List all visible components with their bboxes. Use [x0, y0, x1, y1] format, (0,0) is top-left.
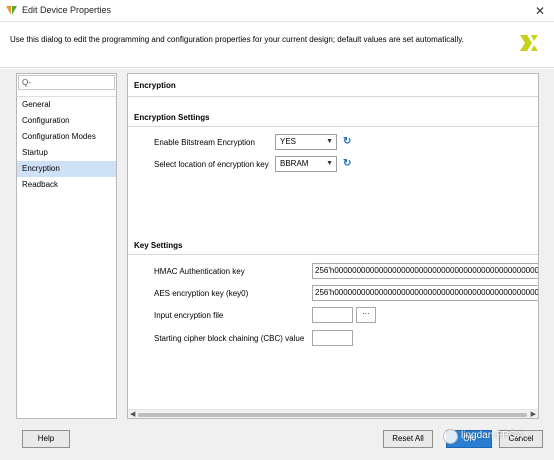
nav-list: General Configuration Configuration Mode… [17, 96, 116, 193]
enable-encryption-select[interactable]: YES ▼ [275, 134, 337, 150]
nav-item-configuration[interactable]: Configuration [17, 113, 116, 129]
watermark-logo-icon [443, 429, 458, 444]
chevron-down-icon: ▼ [326, 160, 333, 167]
close-icon[interactable]: ✕ [532, 3, 548, 19]
search-icon: Q- [22, 78, 31, 87]
dialog-description: Use this dialog to edit the programming … [10, 35, 464, 44]
cbc-value-label: Starting cipher block chaining (CBC) val… [154, 334, 305, 343]
refresh-icon[interactable]: ↻ [343, 136, 351, 147]
nav-item-configuration-modes[interactable]: Configuration Modes [17, 129, 116, 145]
key-location-value: BBRAM [280, 159, 309, 168]
hmac-key-field[interactable]: 256'h00000000000000000000000000000000000… [312, 263, 538, 279]
key-settings-heading: Key Settings [134, 241, 183, 250]
watermark: lingdan FPGA [443, 428, 548, 446]
aes-key-label: AES encryption key (key0) [154, 289, 249, 298]
enable-encryption-value: YES [280, 137, 297, 146]
divider [128, 96, 538, 97]
nav-item-general[interactable]: General [17, 97, 116, 113]
encryption-settings-heading: Encryption Settings [134, 113, 210, 122]
vivado-app-icon [6, 6, 17, 15]
divider [128, 126, 538, 127]
window-title: Edit Device Properties [22, 5, 112, 15]
xilinx-logo [520, 35, 538, 51]
hmac-key-label: HMAC Authentication key [154, 267, 245, 276]
nav-search-input[interactable]: Q- [18, 75, 115, 90]
scroll-left-icon[interactable]: ◀ [130, 410, 135, 418]
title-bar: Edit Device Properties ✕ [0, 0, 554, 22]
key-location-select[interactable]: BBRAM ▼ [275, 156, 337, 172]
encryption-settings-panel: Encryption Encryption Settings Enable Bi… [127, 73, 539, 419]
cbc-value-field[interactable] [312, 330, 353, 346]
chevron-down-icon: ▼ [326, 138, 333, 145]
reset-all-button[interactable]: Reset All [383, 430, 433, 448]
aes-key-field[interactable]: 256'h00000000000000000000000000000000000… [312, 285, 538, 301]
scrollbar-thumb[interactable] [138, 413, 527, 417]
enable-encryption-label: Enable Bitstream Encryption [154, 138, 255, 147]
key-location-label: Select location of encryption key [154, 160, 269, 169]
nav-item-startup[interactable]: Startup [17, 145, 116, 161]
help-button-label: Help [37, 434, 55, 443]
refresh-icon[interactable]: ↻ [343, 158, 351, 169]
input-file-field[interactable] [312, 307, 353, 323]
horizontal-scrollbar[interactable]: ◀ ▶ [128, 409, 538, 418]
divider [128, 254, 538, 255]
watermark-text: lingdan FPGA [461, 430, 524, 441]
scroll-right-icon[interactable]: ▶ [531, 410, 536, 418]
help-button[interactable]: Help [22, 430, 70, 448]
dialog-header: Use this dialog to edit the programming … [0, 22, 554, 68]
reset-all-button-label: Reset All [392, 434, 424, 443]
input-file-label: Input encryption file [154, 311, 224, 320]
nav-item-readback[interactable]: Readback [17, 177, 116, 193]
nav-item-encryption[interactable]: Encryption [17, 161, 116, 177]
section-title: Encryption [134, 81, 176, 90]
category-nav-panel: Q- General Configuration Configuration M… [16, 73, 117, 419]
browse-button[interactable]: ··· [356, 307, 376, 323]
